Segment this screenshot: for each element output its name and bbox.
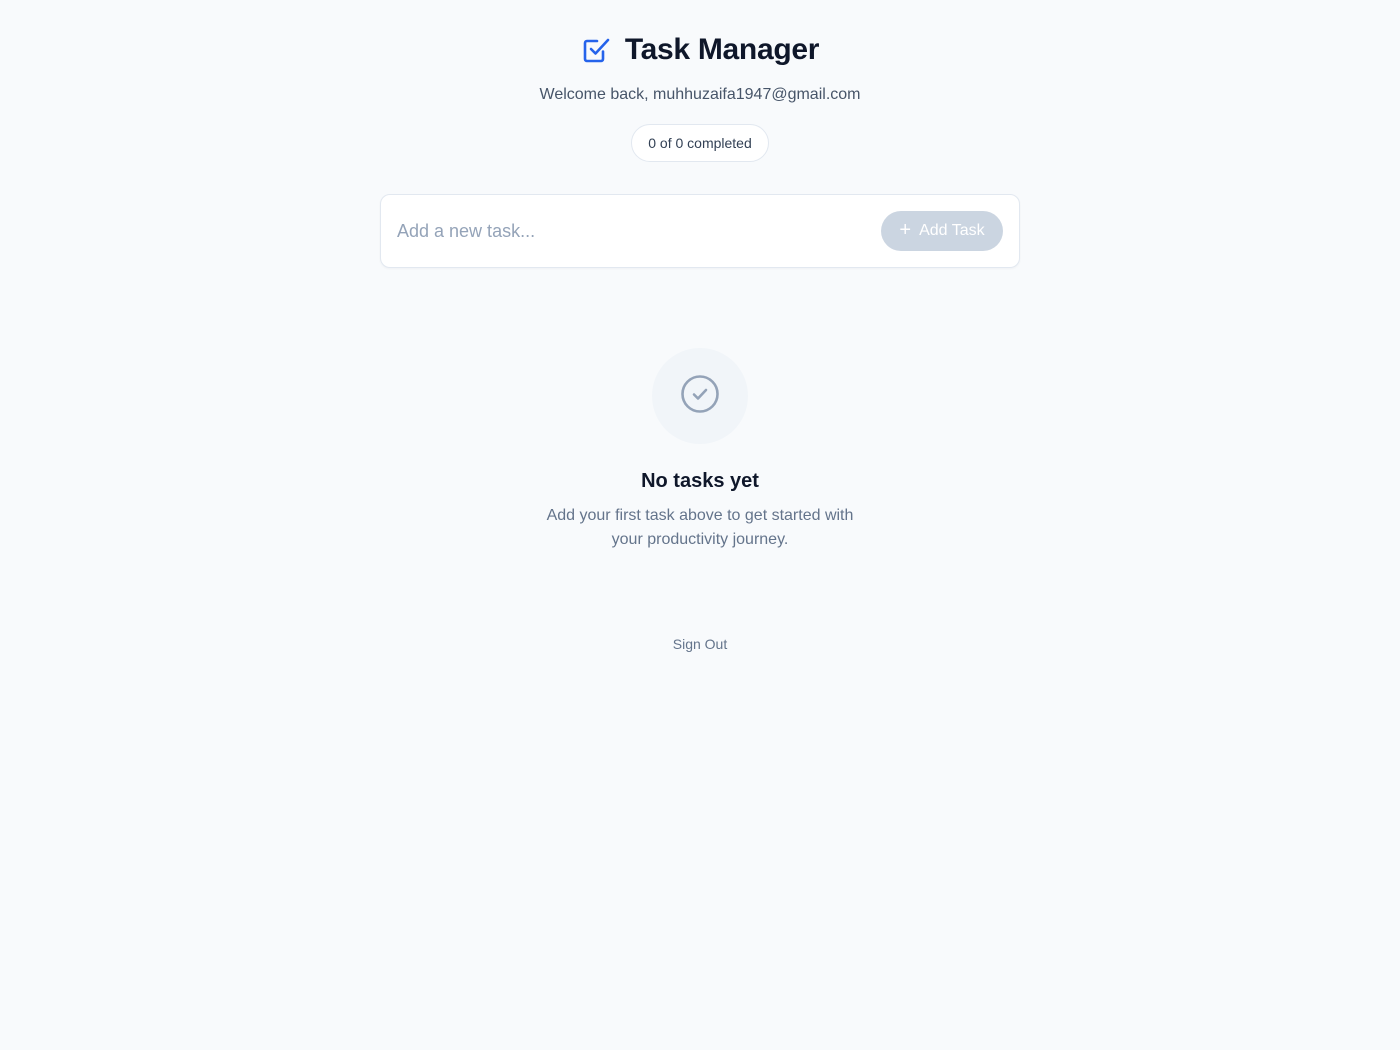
sign-out-button[interactable]: Sign Out — [669, 634, 731, 654]
signout-container: Sign Out — [0, 634, 1400, 654]
progress-badge-container: 0 of 0 completed — [0, 124, 1400, 162]
plus-icon: + — [899, 219, 912, 241]
checkbox-checked-icon — [581, 35, 611, 65]
empty-state-title: No tasks yet — [641, 470, 759, 492]
app-title: Task Manager — [624, 33, 820, 66]
new-task-input[interactable] — [397, 211, 881, 251]
progress-badge: 0 of 0 completed — [631, 124, 769, 162]
add-task-button-label: Add Task — [919, 222, 985, 239]
task-manager-page: Task Manager Welcome back, muhhuzaifa194… — [0, 0, 1400, 1050]
check-circle-icon — [680, 374, 720, 419]
empty-state-icon-container — [652, 348, 748, 444]
add-task-form: + Add Task — [380, 194, 1020, 268]
welcome-message: Welcome back, muhhuzaifa1947@gmail.com — [539, 86, 861, 103]
empty-state-description: Add your first task above to get started… — [546, 507, 854, 548]
app-header: Task Manager — [0, 30, 1400, 70]
add-task-button[interactable]: + Add Task — [881, 211, 1003, 251]
